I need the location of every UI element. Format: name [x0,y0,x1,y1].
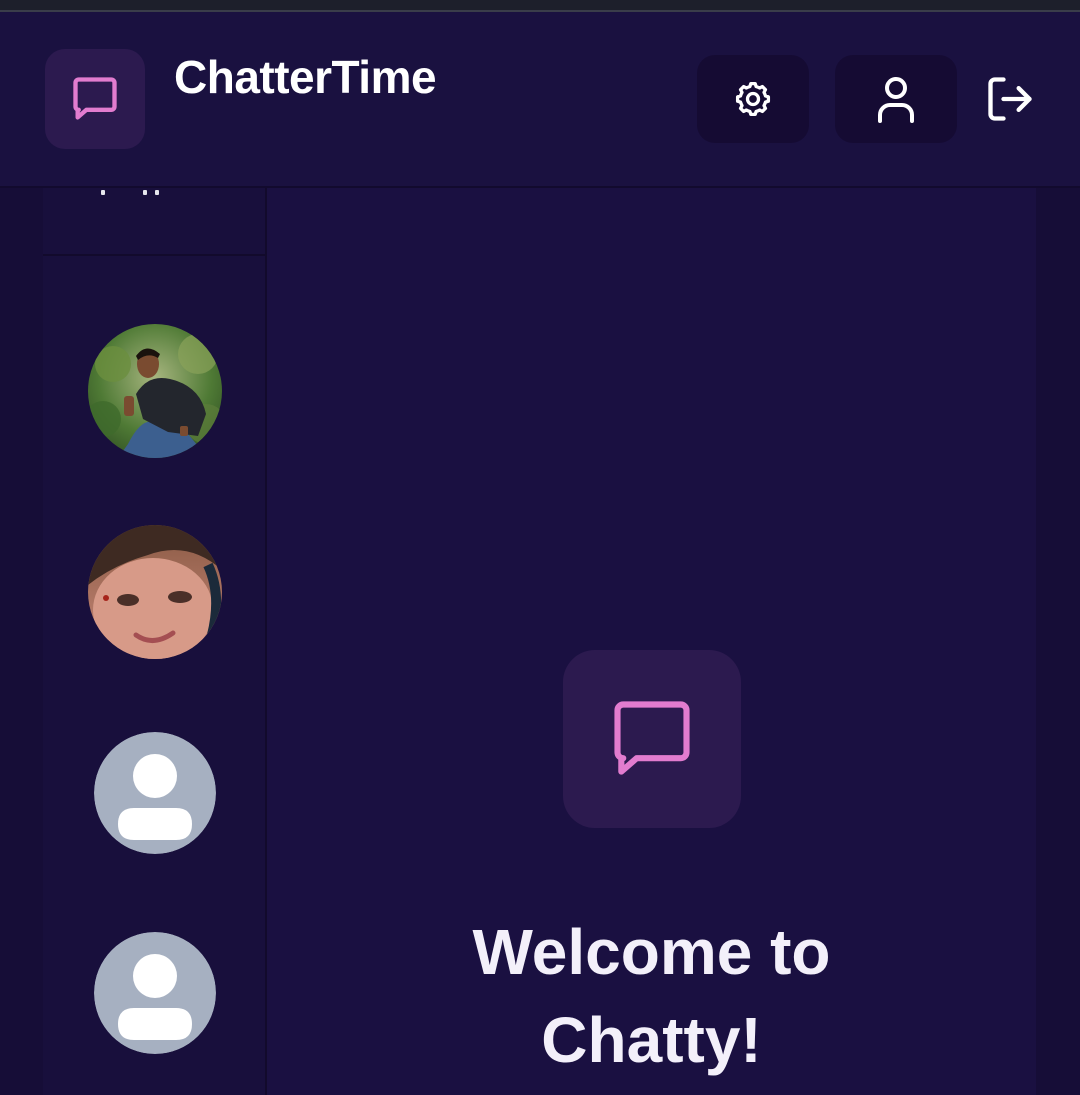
top-navbar: ChatterTime [0,12,1080,188]
welcome-logo [563,650,741,828]
browser-top-strip [0,0,1080,12]
welcome-line-1: Welcome to [472,916,831,988]
settings-button[interactable] [697,55,809,143]
app-title: ChatterTime [174,51,437,103]
clipped-sidebar-header-text [101,188,171,198]
chat-main-panel: Welcome to Chatty! [267,188,1036,1095]
logout-button[interactable] [970,55,1050,143]
contacts-sidebar [43,188,267,1095]
sidebar-header [43,188,265,256]
app-root: ChatterTime Welcome to Chatty! [0,12,1080,1095]
logout-icon [988,77,1032,121]
contact-avatar[interactable] [94,932,216,1054]
welcome-heading: Welcome to Chatty! [267,908,1036,1084]
contact-avatar[interactable] [94,732,216,854]
welcome-line-2: Chatty! [541,1004,762,1076]
contact-avatar[interactable] [88,525,222,659]
profile-button[interactable] [835,55,957,143]
default-user-icon [94,932,216,1054]
chat-bubble-icon [614,701,690,775]
contact-photo-woman [88,525,222,659]
user-icon [878,77,914,123]
app-logo[interactable] [45,49,145,149]
default-user-icon [94,732,216,854]
chat-bubble-icon [73,77,117,120]
contact-photo-man [88,324,222,458]
gear-icon [735,81,771,117]
contact-avatar[interactable] [88,324,222,458]
